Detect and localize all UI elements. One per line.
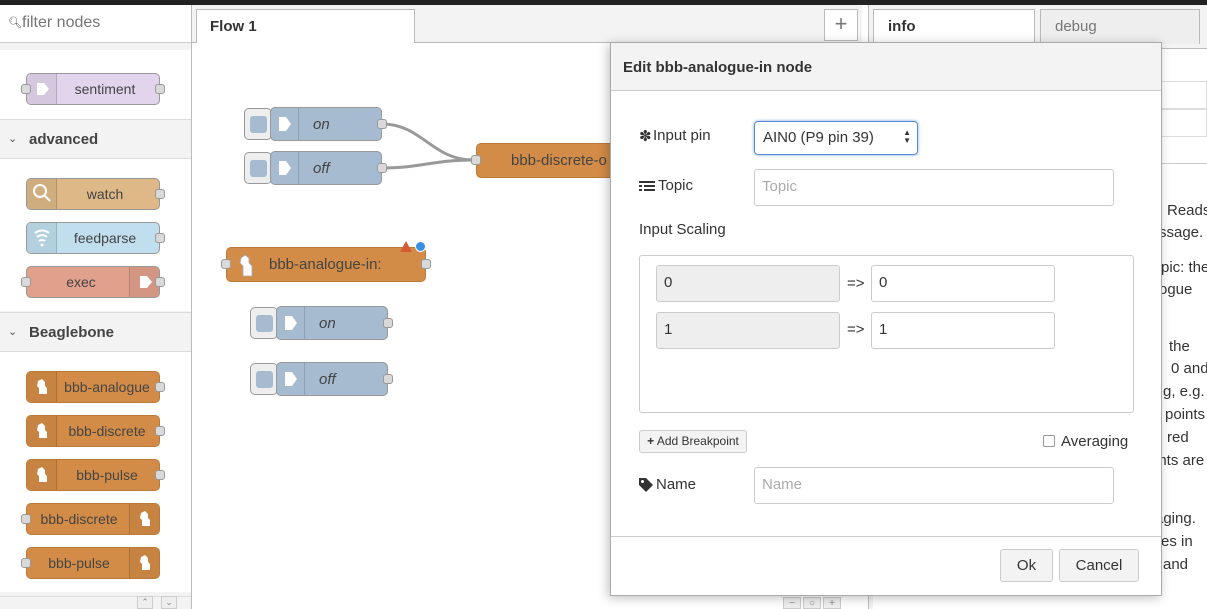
palette-filter: 🔍︎	[0, 5, 191, 43]
averaging-checkbox[interactable]	[1043, 435, 1055, 447]
asterisk-icon: ✽	[639, 128, 652, 145]
topic-input[interactable]: Topic	[754, 169, 1114, 206]
warning-triangle-icon	[400, 239, 412, 256]
workspace-tabs: Flow 1 +	[192, 5, 862, 43]
add-breakpoint-button[interactable]: + Add Breakpoint	[639, 430, 747, 453]
output-port[interactable]	[377, 119, 387, 129]
palette-section-social: sentiment	[0, 50, 191, 119]
tag-icon	[639, 478, 653, 495]
input-scaling-label: Input Scaling	[639, 221, 726, 238]
output-port[interactable]	[383, 318, 393, 328]
palette-node-bbb-analogue[interactable]: bbb-analogue	[26, 371, 165, 403]
palette-category-beaglebone[interactable]: ⌄ Beaglebone	[0, 312, 191, 352]
scaling-to-input[interactable]: 1	[871, 312, 1055, 349]
scaling-arrow: =>	[847, 275, 865, 292]
palette-node-bbb-pulse-out[interactable]: bbb-pulse	[21, 547, 160, 579]
arrow-icon	[277, 363, 305, 395]
cancel-button[interactable]: Cancel	[1059, 549, 1139, 582]
scaling-from-input[interactable]: 1	[656, 312, 840, 349]
changed-dot-icon	[415, 241, 426, 252]
select-arrows-icon: ▲ ▼	[903, 128, 911, 145]
palette-node-bbb-discrete-in[interactable]: bbb-discrete	[26, 415, 165, 447]
output-port[interactable]	[377, 163, 387, 173]
inject-trigger-button[interactable]	[250, 307, 278, 339]
output-port	[155, 233, 165, 243]
inject-trigger-button[interactable]	[244, 152, 272, 184]
inject-trigger-button[interactable]	[250, 363, 278, 395]
list-icon	[639, 180, 655, 196]
inject-node-on[interactable]: on	[276, 306, 393, 340]
dog-icon	[129, 548, 159, 578]
arrow-icon	[271, 108, 299, 140]
chevron-down-icon: ⌄	[8, 133, 18, 145]
tab-info[interactable]: info	[873, 9, 1035, 44]
name-input[interactable]: Name	[754, 467, 1114, 504]
expand-all-button[interactable]: ⌄	[161, 596, 177, 609]
tab-debug[interactable]: debug	[1040, 9, 1200, 44]
collapse-all-button[interactable]: ⌃	[137, 596, 153, 609]
name-label: Name	[656, 476, 697, 493]
output-port	[155, 84, 165, 94]
output-port	[155, 470, 165, 480]
input-pin-label: Input pin	[653, 127, 711, 144]
palette-category-advanced[interactable]: ⌄ advanced	[0, 119, 191, 159]
output-port	[155, 277, 165, 287]
palette-node-feedparse[interactable]: feedparse	[26, 222, 165, 254]
zoom-reset-button[interactable]: ○	[803, 597, 821, 609]
output-port	[155, 189, 165, 199]
scaling-to-input[interactable]: 0	[871, 265, 1055, 302]
arrow-icon	[271, 152, 299, 184]
bbb-discrete-out-node[interactable]: bbb-discrete-o	[471, 143, 616, 178]
input-port[interactable]	[471, 155, 481, 165]
filter-nodes-input[interactable]	[22, 14, 182, 32]
input-port	[21, 558, 31, 568]
bbb-analogue-in-node[interactable]: bbb-analogue-in:	[221, 241, 431, 282]
palette-section-beaglebone: bbb-analogue bbb-discrete bbb-pulse bbb-…	[0, 352, 191, 592]
palette-footer: ⌃ ⌄	[0, 596, 191, 609]
inject-node-off[interactable]: off	[270, 151, 387, 185]
tab-flow-1[interactable]: Flow 1	[196, 9, 415, 43]
dialog-footer: Ok Cancel	[611, 536, 1161, 596]
output-port	[155, 382, 165, 392]
zoom-in-button[interactable]: +	[823, 597, 841, 609]
input-port	[21, 514, 31, 524]
output-port	[155, 426, 165, 436]
zoom-controls: − ○ +	[783, 597, 843, 609]
chevron-down-icon: ⌄	[8, 326, 18, 338]
input-port[interactable]	[221, 259, 231, 269]
palette-section-advanced: watch feedparse exec	[0, 159, 191, 311]
dog-icon	[129, 504, 159, 534]
edit-node-dialog: Edit bbb-analogue-in node ✽ Input pin AI…	[610, 42, 1162, 596]
zoom-out-button[interactable]: −	[783, 597, 801, 609]
dog-icon	[233, 250, 259, 280]
dialog-title: Edit bbb-analogue-in node	[611, 43, 1161, 91]
output-port[interactable]	[383, 374, 393, 384]
scaling-from-input[interactable]: 0	[656, 265, 840, 302]
search-icon: 🔍︎	[8, 17, 22, 29]
arrow-icon	[277, 307, 305, 339]
palette-node-exec[interactable]: exec	[21, 266, 165, 298]
averaging-label: Averaging	[1061, 433, 1129, 450]
input-pin-select[interactable]: AIN0 (P9 pin 39) ▲ ▼	[754, 121, 918, 155]
inject-trigger-button[interactable]	[244, 108, 272, 140]
palette-node-sentiment[interactable]: sentiment	[21, 73, 165, 105]
output-port[interactable]	[421, 259, 431, 269]
topic-label: Topic	[658, 177, 694, 194]
palette-node-bbb-discrete-out[interactable]: bbb-discrete	[21, 503, 160, 535]
palette-node-watch[interactable]: watch	[26, 178, 165, 210]
add-tab-button[interactable]: +	[824, 9, 858, 41]
ok-button[interactable]: Ok	[1000, 549, 1053, 582]
scaling-arrow: =>	[847, 321, 865, 338]
input-port	[21, 277, 31, 287]
scaling-list: 0 => 0 1 => 1	[639, 255, 1134, 413]
input-port	[21, 84, 31, 94]
inject-node-off[interactable]: off	[276, 362, 393, 396]
node-palette: 🔍︎ sentiment ⌄ advanced watch feedparse …	[0, 5, 192, 609]
inject-node-on[interactable]: on	[270, 107, 387, 141]
plus-icon: +	[647, 434, 655, 448]
palette-node-bbb-pulse-in[interactable]: bbb-pulse	[26, 459, 165, 491]
